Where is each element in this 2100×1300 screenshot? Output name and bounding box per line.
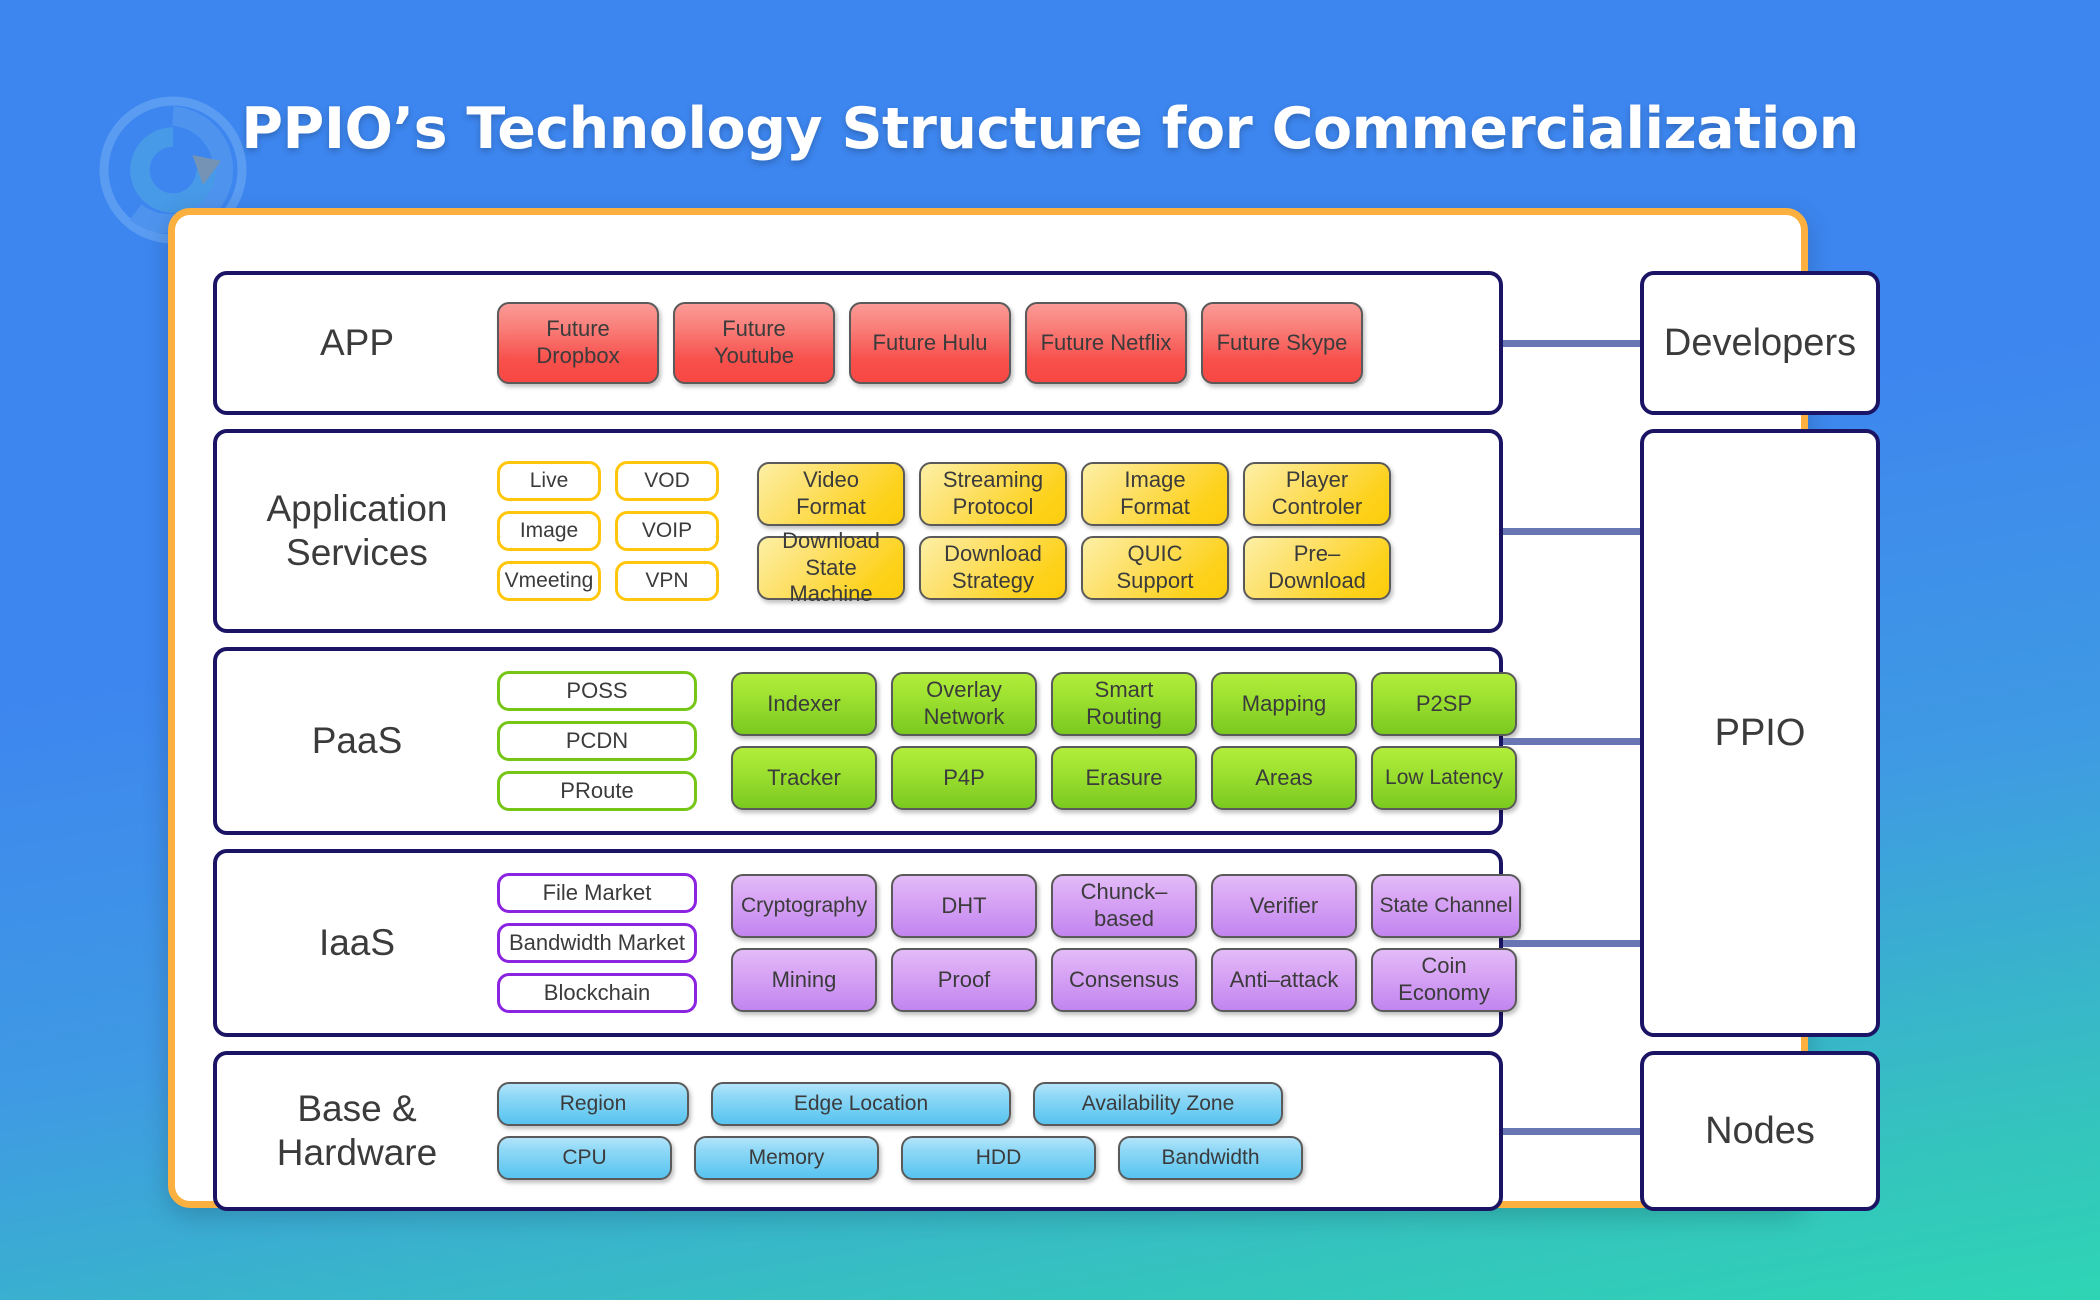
- services-outline-chip[interactable]: Vmeeting: [497, 561, 601, 601]
- hardware-chip[interactable]: Availability Zone: [1033, 1082, 1283, 1126]
- app-chip[interactable]: Future Netflix: [1025, 302, 1187, 384]
- services-outline-chip[interactable]: Live: [497, 461, 601, 501]
- iaas-chip-row: Cryptography DHT Chunck– based Verifier Stat…: [731, 874, 1521, 938]
- paas-chip[interactable]: Overlay Network: [891, 672, 1037, 736]
- app-chip-group: Future Dropbox Future Youtube Future Hulu F…: [497, 302, 1363, 384]
- layer-body-paas: POSS PCDN PRoute Indexer Overlay Network Smar…: [497, 671, 1529, 811]
- layer-label-paas: PaaS: [311, 720, 403, 762]
- layer-label-application-services: Application Services: [266, 488, 448, 573]
- layer-label-iaas: IaaS: [318, 922, 396, 964]
- application-services-chip-grid: Video Format Streaming Protocol Image Form…: [757, 462, 1391, 606]
- services-outline-chip[interactable]: VPN: [615, 561, 719, 601]
- layer-label-base-hardware: Base & Hardware: [276, 1088, 438, 1173]
- iaas-chip[interactable]: Anti–attack: [1211, 948, 1357, 1012]
- application-services-chip[interactable]: Download Strategy: [919, 536, 1067, 600]
- app-chip[interactable]: Future Youtube: [673, 302, 835, 384]
- connector-hardware-nodes: [1503, 1128, 1640, 1135]
- layer-row-application-services: Application Services Live VOD Image VOIP Vmee…: [213, 429, 1503, 633]
- connector-iaas-ppio: [1503, 940, 1640, 947]
- iaas-outline-chip[interactable]: File Market: [497, 873, 697, 913]
- actor-label-developers: Developers: [1663, 321, 1857, 364]
- iaas-chip[interactable]: Chunck– based: [1051, 874, 1197, 938]
- paas-chip[interactable]: Areas: [1211, 746, 1357, 810]
- application-services-chip[interactable]: Download State Machine: [757, 528, 905, 606]
- actor-box-developers[interactable]: Developers: [1640, 271, 1880, 415]
- application-services-chip[interactable]: Pre– Download: [1243, 536, 1391, 600]
- hardware-chip[interactable]: HDD: [901, 1136, 1096, 1180]
- hardware-chip-row: CPU Memory HDD Bandwidth: [497, 1136, 1303, 1180]
- iaas-chip[interactable]: Verifier: [1211, 874, 1357, 938]
- layer-body-application-services: Live VOD Image VOIP Vmeeting VPN Video Format S…: [497, 461, 1499, 606]
- services-outline-chip[interactable]: VOD: [615, 461, 719, 501]
- iaas-chip[interactable]: DHT: [891, 874, 1037, 938]
- layers-column: APP Future Dropbox Future Youtube Future Hu…: [213, 271, 1521, 1211]
- layer-body-iaas: File Market Bandwidth Market Blockchain Cry…: [497, 873, 1533, 1013]
- application-services-chip[interactable]: Streaming Protocol: [919, 462, 1067, 526]
- paas-chip[interactable]: P2SP: [1371, 672, 1517, 736]
- actor-label-ppio: PPIO: [1714, 711, 1806, 754]
- services-outline-chip[interactable]: VOIP: [615, 511, 719, 551]
- paas-chip[interactable]: Indexer: [731, 672, 877, 736]
- paas-chip[interactable]: Low Latency: [1371, 746, 1517, 810]
- iaas-chip-row: Mining Proof Consensus Anti–attack Coin Econ…: [731, 948, 1521, 1012]
- layer-row-app: APP Future Dropbox Future Youtube Future Hu…: [213, 271, 1503, 415]
- application-services-chip-row: Download State Machine Download Strategy Q…: [757, 528, 1391, 606]
- iaas-outline-chip[interactable]: Blockchain: [497, 973, 697, 1013]
- application-services-chip[interactable]: Video Format: [757, 462, 905, 526]
- layer-row-base-hardware: Base & Hardware Region Edge Location Availa…: [213, 1051, 1503, 1211]
- iaas-chip[interactable]: State Channel: [1371, 874, 1521, 938]
- actor-label-nodes: Nodes: [1705, 1109, 1815, 1152]
- layer-body-app: Future Dropbox Future Youtube Future Hulu F…: [497, 302, 1499, 384]
- connector-app-developers: [1503, 340, 1640, 347]
- page-title: PPIO’s Technology Structure for Commerci…: [241, 96, 1859, 162]
- application-services-chip[interactable]: Player Controler: [1243, 462, 1391, 526]
- iaas-chip[interactable]: Consensus: [1051, 948, 1197, 1012]
- paas-outline-stack: POSS PCDN PRoute: [497, 671, 697, 811]
- actor-box-ppio[interactable]: PPIO: [1640, 429, 1880, 1037]
- paas-chip[interactable]: Erasure: [1051, 746, 1197, 810]
- paas-outline-chip[interactable]: PRoute: [497, 771, 697, 811]
- services-outline-chip[interactable]: Image: [497, 511, 601, 551]
- hardware-chip-grid: Region Edge Location Availability Zone CPU M…: [497, 1082, 1303, 1180]
- layer-body-base-hardware: Region Edge Location Availability Zone CPU M…: [497, 1082, 1499, 1180]
- paas-chip[interactable]: Mapping: [1211, 672, 1357, 736]
- hardware-chip[interactable]: Memory: [694, 1136, 879, 1180]
- connector-services-ppio: [1503, 528, 1640, 535]
- paas-chip-grid: Indexer Overlay Network Smart Routing Mappi…: [731, 672, 1517, 810]
- hardware-chip[interactable]: Bandwidth: [1118, 1136, 1303, 1180]
- application-services-chip-row: Video Format Streaming Protocol Image Form…: [757, 462, 1391, 526]
- connector-paas-ppio: [1503, 738, 1640, 745]
- paas-chip[interactable]: Tracker: [731, 746, 877, 810]
- application-services-chip[interactable]: QUIC Support: [1081, 536, 1229, 600]
- paas-chip-row: Indexer Overlay Network Smart Routing Mappi…: [731, 672, 1517, 736]
- paas-chip-row: Tracker P4P Erasure Areas Low Latency: [731, 746, 1517, 810]
- iaas-chip[interactable]: Proof: [891, 948, 1037, 1012]
- paas-outline-chip[interactable]: POSS: [497, 671, 697, 711]
- actor-box-nodes[interactable]: Nodes: [1640, 1051, 1880, 1211]
- iaas-outline-chip[interactable]: Bandwidth Market: [497, 923, 697, 963]
- app-chip[interactable]: Future Dropbox: [497, 302, 659, 384]
- layer-label-app: APP: [319, 322, 395, 364]
- services-outline-grid: Live VOD Image VOIP Vmeeting VPN: [497, 461, 719, 601]
- layer-row-iaas: IaaS File Market Bandwidth Market Blockchai…: [213, 849, 1521, 1037]
- iaas-chip[interactable]: Cryptography: [731, 874, 877, 938]
- actors-column: Developers PPIO Nodes: [1640, 271, 1880, 1211]
- diagram-card: APP Future Dropbox Future Youtube Future Hu…: [168, 208, 1880, 1211]
- layer-row-paas: PaaS POSS PCDN PRoute Indexer Overlay Network…: [213, 647, 1517, 835]
- iaas-chip[interactable]: Mining: [731, 948, 877, 1012]
- iaas-chip-grid: Cryptography DHT Chunck– based Verifier Stat…: [731, 874, 1521, 1012]
- app-chip[interactable]: Future Skype: [1201, 302, 1363, 384]
- paas-chip[interactable]: P4P: [891, 746, 1037, 810]
- paas-outline-chip[interactable]: PCDN: [497, 721, 697, 761]
- hardware-chip-row: Region Edge Location Availability Zone: [497, 1082, 1303, 1126]
- iaas-outline-stack: File Market Bandwidth Market Blockchain: [497, 873, 697, 1013]
- hardware-chip[interactable]: Edge Location: [711, 1082, 1011, 1126]
- paas-chip[interactable]: Smart Routing: [1051, 672, 1197, 736]
- hardware-chip[interactable]: CPU: [497, 1136, 672, 1180]
- app-chip[interactable]: Future Hulu: [849, 302, 1011, 384]
- iaas-chip[interactable]: Coin Economy: [1371, 948, 1517, 1012]
- application-services-chip[interactable]: Image Format: [1081, 462, 1229, 526]
- hardware-chip[interactable]: Region: [497, 1082, 689, 1126]
